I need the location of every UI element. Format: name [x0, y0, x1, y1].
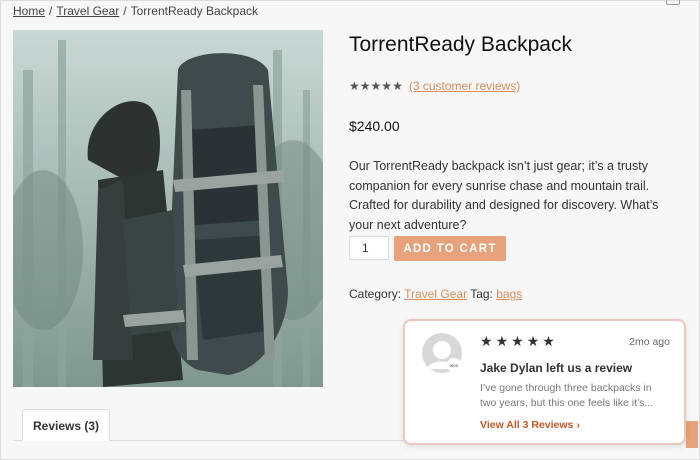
chevron-right-icon: ›	[576, 419, 580, 431]
tag-label: Tag:	[470, 287, 493, 301]
category-link[interactable]: Travel Gear	[404, 287, 467, 301]
view-all-reviews-label: View All 3 Reviews	[480, 419, 574, 431]
star-icon: ★	[370, 79, 382, 93]
star-icon: ★	[526, 333, 540, 349]
breadcrumb: Home / Travel Gear / TorrentReady Backpack	[13, 4, 258, 18]
search-icon[interactable]	[666, 0, 680, 5]
review-popup[interactable]: woo ★ ★ ★ ★ ★ 2mo ago Jake Dylan left us…	[403, 319, 686, 445]
breadcrumb-separator: /	[123, 4, 127, 18]
star-icon: ★	[511, 333, 524, 349]
product-image[interactable]	[13, 30, 323, 387]
customer-reviews-link[interactable]: (3 customer reviews)	[409, 79, 520, 93]
rating-stars: ★ ★ ★ ★ ★	[349, 80, 403, 92]
product-meta: Category: Travel Gear Tag: bags	[349, 287, 522, 301]
reviewer-avatar: woo	[422, 333, 462, 373]
review-text: I’ve gone through three backpacks in two…	[480, 382, 654, 409]
star-icon: ★	[359, 79, 371, 93]
product-description: Our TorrentReady backpack isn’t just gea…	[349, 159, 659, 232]
scroll-top-button[interactable]	[686, 421, 698, 448]
breadcrumb-current: TorrentReady Backpack	[130, 4, 259, 18]
breadcrumb-separator: /	[49, 4, 53, 18]
breadcrumb-category-link[interactable]: Travel Gear	[56, 4, 119, 18]
review-stars: ★ ★ ★ ★ ★	[480, 334, 555, 348]
product-rating: ★ ★ ★ ★ ★ (3 customer reviews)	[349, 79, 520, 93]
review-title: Jake Dylan left us a review	[480, 361, 633, 375]
star-icon: ★	[480, 333, 493, 349]
quantity-input[interactable]	[349, 236, 389, 260]
product-title: TorrentReady Backpack	[349, 33, 572, 56]
product-price: $240.00	[349, 118, 400, 134]
backpack-photo	[13, 30, 323, 387]
star-icon: ★	[542, 333, 555, 349]
breadcrumb-home-link[interactable]: Home	[13, 4, 45, 18]
tab-reviews[interactable]: Reviews (3)	[22, 409, 110, 441]
star-icon: ★	[495, 333, 509, 349]
category-label: Category:	[349, 287, 402, 301]
star-icon: ★	[392, 79, 403, 93]
star-icon: ★	[381, 79, 393, 93]
star-icon: ★	[349, 79, 360, 93]
review-time: 2mo ago	[629, 336, 670, 348]
tag-link[interactable]: bags	[496, 287, 522, 301]
view-all-reviews-link[interactable]: View All 3 Reviews ›	[480, 419, 580, 431]
svg-text:woo: woo	[450, 363, 459, 368]
add-to-cart-button[interactable]: ADD TO CART	[394, 236, 506, 261]
